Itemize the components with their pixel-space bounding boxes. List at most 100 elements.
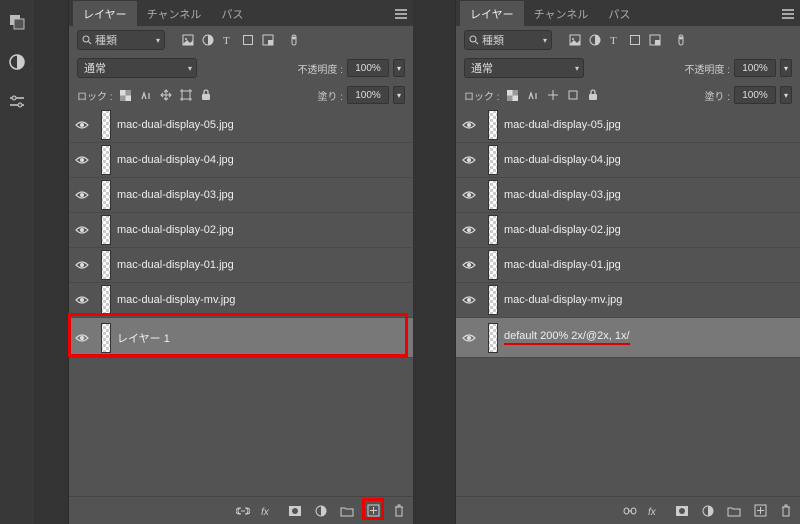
filter-shape-icon[interactable] (628, 33, 642, 47)
new-layer-icon[interactable] (365, 503, 381, 519)
layer-thumbnail[interactable] (101, 250, 111, 280)
visibility-eye-icon[interactable] (73, 151, 91, 169)
layer-thumbnail[interactable] (101, 215, 111, 245)
visibility-eye-icon[interactable] (73, 116, 91, 134)
visibility-eye-icon[interactable] (73, 256, 91, 274)
layers-list[interactable]: mac-dual-display-05.jpgmac-dual-display-… (456, 108, 800, 496)
fill-dropdown-icon[interactable]: ▾ (780, 86, 792, 104)
link-icon[interactable] (235, 503, 251, 519)
tab-channels[interactable]: チャンネル (524, 1, 599, 26)
layer-name[interactable]: mac-dual-display-02.jpg (117, 224, 234, 236)
layer-name[interactable]: mac-dual-display-03.jpg (117, 189, 234, 201)
visibility-eye-icon[interactable] (460, 256, 478, 274)
layer-row[interactable]: mac-dual-display-02.jpg (456, 213, 800, 248)
new-layer-icon[interactable] (752, 503, 768, 519)
link-icon[interactable] (622, 503, 638, 519)
layer-row[interactable]: mac-dual-display-01.jpg (456, 248, 800, 283)
layer-thumbnail[interactable] (488, 180, 498, 210)
layer-row[interactable]: mac-dual-display-mv.jpg (456, 283, 800, 318)
filter-pixel-icon[interactable] (181, 33, 195, 47)
lock-artboard-icon[interactable] (566, 88, 580, 102)
filter-type-icon[interactable]: T (221, 33, 235, 47)
layer-thumbnail[interactable] (101, 180, 111, 210)
layer-thumbnail[interactable] (488, 323, 498, 353)
layer-name[interactable]: レイヤー 1 (117, 330, 170, 346)
filter-type-icon[interactable]: T (608, 33, 622, 47)
trash-icon[interactable] (391, 503, 407, 519)
lock-transparency-icon[interactable] (119, 88, 133, 102)
trash-icon[interactable] (778, 503, 794, 519)
visibility-eye-icon[interactable] (73, 221, 91, 239)
layer-thumbnail[interactable] (488, 250, 498, 280)
filter-adjustment-icon[interactable] (201, 33, 215, 47)
visibility-eye-icon[interactable] (73, 329, 91, 347)
fill-value[interactable]: 100% (347, 86, 389, 104)
blend-mode-select[interactable]: 通常▾ (77, 58, 197, 78)
filter-adjustment-icon[interactable] (588, 33, 602, 47)
filter-smartobject-icon[interactable] (648, 33, 662, 47)
layer-thumbnail[interactable] (488, 145, 498, 175)
layer-row[interactable]: mac-dual-display-02.jpg (69, 213, 413, 248)
layer-name[interactable]: mac-dual-display-03.jpg (504, 189, 621, 201)
lock-artboard-icon[interactable] (179, 88, 193, 102)
group-icon[interactable] (339, 503, 355, 519)
filter-pixel-icon[interactable] (568, 33, 582, 47)
group-icon[interactable] (726, 503, 742, 519)
lock-all-icon[interactable] (199, 88, 213, 102)
filter-shape-icon[interactable] (241, 33, 255, 47)
layer-name[interactable]: mac-dual-display-05.jpg (117, 119, 234, 131)
layer-thumbnail[interactable] (488, 110, 498, 140)
layer-name[interactable]: mac-dual-display-mv.jpg (504, 294, 622, 306)
lock-all-icon[interactable] (586, 88, 600, 102)
fx-icon[interactable]: fx (261, 503, 277, 519)
adjustment-icon[interactable] (700, 503, 716, 519)
layer-name[interactable]: mac-dual-display-01.jpg (117, 259, 234, 271)
layer-row[interactable]: mac-dual-display-03.jpg (69, 178, 413, 213)
panel-menu-icon[interactable] (389, 2, 413, 26)
lock-transparency-icon[interactable] (506, 88, 520, 102)
layer-row[interactable]: default 200% 2x/@2x, 1x/ (456, 318, 800, 358)
layer-row[interactable]: mac-dual-display-01.jpg (69, 248, 413, 283)
filter-smartobject-icon[interactable] (261, 33, 275, 47)
layer-thumbnail[interactable] (488, 285, 498, 315)
opacity-value[interactable]: 100% (347, 59, 389, 77)
layer-thumbnail[interactable] (101, 145, 111, 175)
layer-name[interactable]: mac-dual-display-mv.jpg (117, 294, 235, 306)
visibility-eye-icon[interactable] (460, 116, 478, 134)
tab-paths[interactable]: パス (598, 1, 640, 26)
layer-thumbnail[interactable] (488, 215, 498, 245)
layer-row[interactable]: mac-dual-display-04.jpg (69, 143, 413, 178)
opacity-dropdown-icon[interactable]: ▾ (780, 59, 792, 77)
tab-layers[interactable]: レイヤー (73, 1, 137, 26)
layer-name[interactable]: mac-dual-display-02.jpg (504, 224, 621, 236)
visibility-eye-icon[interactable] (460, 151, 478, 169)
visibility-eye-icon[interactable] (460, 329, 478, 347)
layer-row[interactable]: mac-dual-display-04.jpg (456, 143, 800, 178)
fill-value[interactable]: 100% (734, 86, 776, 104)
layer-thumbnail[interactable] (101, 110, 111, 140)
tab-layers[interactable]: レイヤー (460, 1, 524, 26)
layer-filter-select[interactable]: 種類 ▾ (77, 30, 165, 50)
visibility-eye-icon[interactable] (460, 291, 478, 309)
tab-paths[interactable]: パス (211, 1, 253, 26)
opacity-dropdown-icon[interactable]: ▾ (393, 59, 405, 77)
filter-toggle-icon[interactable] (674, 33, 688, 47)
layer-row[interactable]: mac-dual-display-mv.jpg (69, 283, 413, 318)
layer-name[interactable]: mac-dual-display-04.jpg (117, 154, 234, 166)
lock-position-icon[interactable] (159, 88, 173, 102)
layer-name[interactable]: mac-dual-display-01.jpg (504, 259, 621, 271)
layer-thumbnail[interactable] (101, 285, 111, 315)
visibility-eye-icon[interactable] (73, 186, 91, 204)
visibility-eye-icon[interactable] (73, 291, 91, 309)
layer-row[interactable]: mac-dual-display-05.jpg (69, 108, 413, 143)
filter-toggle-icon[interactable] (287, 33, 301, 47)
panel-menu-icon[interactable] (776, 2, 800, 26)
layer-name[interactable]: mac-dual-display-04.jpg (504, 154, 621, 166)
layer-row[interactable]: mac-dual-display-03.jpg (456, 178, 800, 213)
adjustment-icon[interactable] (313, 503, 329, 519)
contrast-icon[interactable] (5, 50, 29, 74)
blend-mode-select[interactable]: 通常▾ (464, 58, 584, 78)
layer-filter-select[interactable]: 種類 ▾ (464, 30, 552, 50)
fill-dropdown-icon[interactable]: ▾ (393, 86, 405, 104)
lock-image-icon[interactable] (139, 88, 153, 102)
